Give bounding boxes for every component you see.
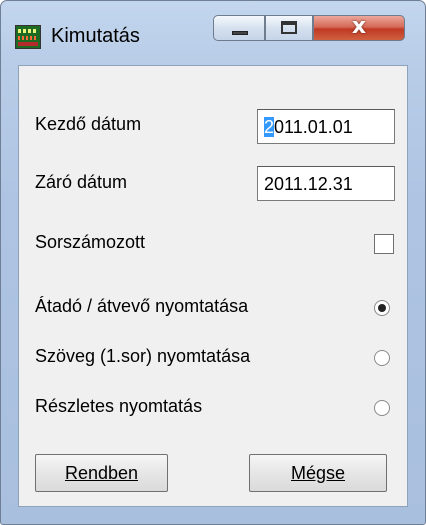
- print-option-radio[interactable]: [374, 350, 390, 366]
- selected-text: 2: [264, 117, 275, 137]
- end-date-label: Záró dátum: [35, 172, 128, 192]
- start-date-field[interactable]: 2011.01.01: [257, 109, 395, 144]
- print-option-radio[interactable]: [374, 400, 390, 416]
- title-bar[interactable]: Kimutatás x: [1, 1, 425, 65]
- print-option-radio[interactable]: [374, 300, 390, 316]
- dialog-body: Kezdő dátum 2011.01.01 Záró dátum 2011.1…: [18, 65, 408, 507]
- end-date-field[interactable]: 2011.12.31: [257, 166, 395, 201]
- start-date-label: Kezdő dátum: [35, 114, 142, 134]
- ok-button[interactable]: Rendben: [35, 454, 168, 492]
- radio-selected-dot: [378, 304, 386, 312]
- print-option-label: Szöveg (1.sor) nyomtatása: [35, 346, 251, 366]
- maximize-button[interactable]: [265, 15, 313, 41]
- print-option-label: Átadó / átvevő nyomtatása: [35, 296, 249, 316]
- minimize-button[interactable]: [213, 15, 265, 41]
- minimize-icon: [232, 31, 248, 35]
- numbered-checkbox[interactable]: [374, 234, 394, 254]
- close-icon: x: [351, 14, 367, 39]
- cancel-button[interactable]: Mégse: [249, 454, 387, 492]
- dialog-window: Kimutatás x Kezdő dátum 2011.01.01 Záró …: [0, 0, 426, 525]
- app-icon[interactable]: [15, 25, 41, 49]
- close-button[interactable]: x: [313, 14, 405, 41]
- print-option-label: Részletes nyomtatás: [35, 396, 203, 416]
- maximize-icon: [281, 21, 297, 34]
- window-title: Kimutatás: [51, 25, 140, 47]
- numbered-label: Sorszámozott: [35, 232, 146, 252]
